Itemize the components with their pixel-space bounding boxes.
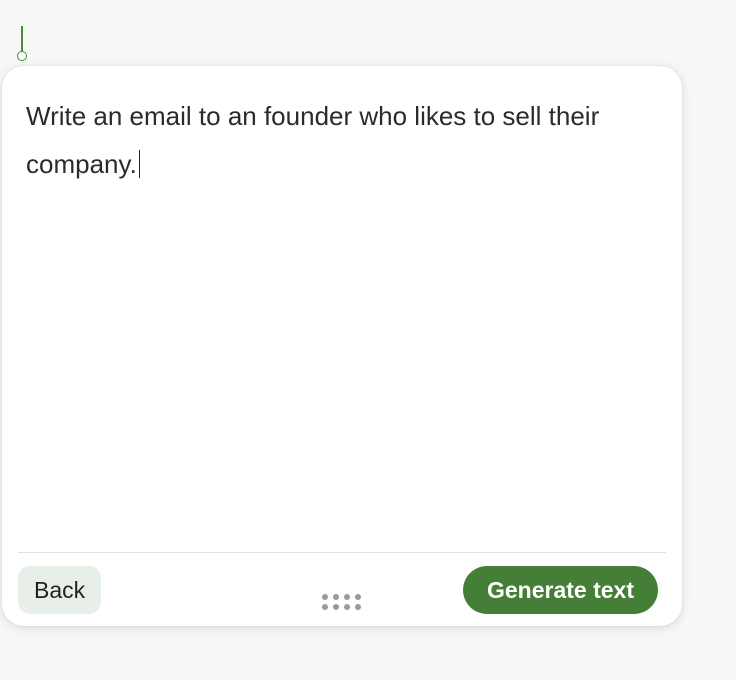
generate-text-button[interactable]: Generate text — [462, 566, 658, 614]
text-caret — [138, 150, 141, 178]
insertion-marker-line — [21, 26, 23, 52]
back-button[interactable]: Back — [18, 566, 102, 614]
prompt-panel: Write an email to an founder who likes t… — [2, 66, 682, 626]
drag-handle-icon[interactable] — [322, 594, 366, 612]
prompt-textarea[interactable]: Write an email to an founder who likes t… — [26, 92, 626, 188]
insertion-marker-dot — [17, 51, 27, 61]
insertion-marker-icon — [17, 26, 27, 62]
footer-divider — [18, 552, 666, 553]
prompt-text: Write an email to an founder who likes t… — [26, 101, 600, 179]
